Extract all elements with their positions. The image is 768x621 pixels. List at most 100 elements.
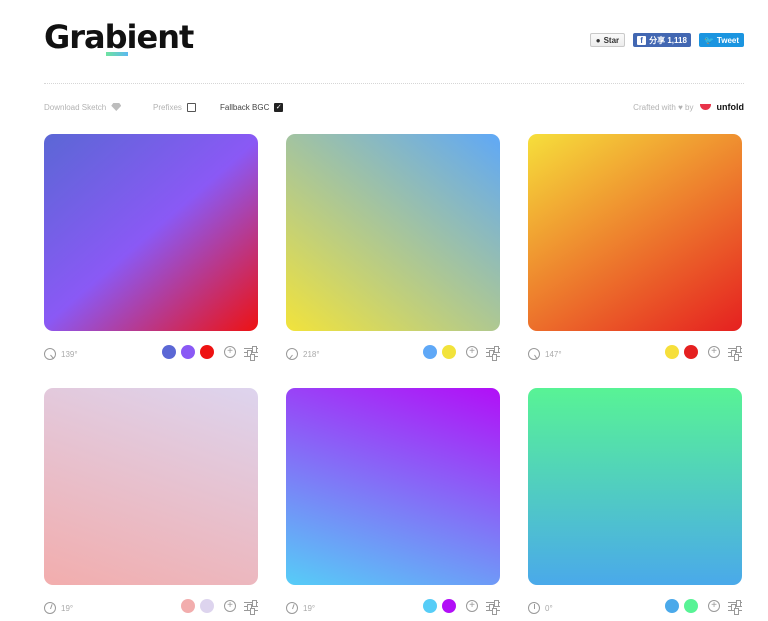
unfold-logo-icon[interactable]: [699, 104, 711, 110]
gradient-meta: 19° +: [44, 599, 258, 617]
gradient-actions: +: [162, 345, 258, 361]
twitter-icon: 🐦: [703, 35, 714, 45]
star-label: Star: [603, 35, 620, 45]
angle-control[interactable]: 139°: [44, 348, 78, 360]
color-stop-dot[interactable]: [181, 599, 195, 613]
color-stop-dot[interactable]: [665, 599, 679, 613]
color-stop-dot[interactable]: [665, 345, 679, 359]
gradient-actions: +: [665, 599, 742, 615]
header: Grabient ● Star f 分享 1,118 🐦 Tweet: [44, 18, 744, 68]
color-stops: [665, 599, 698, 613]
tweet-label: Tweet: [716, 35, 739, 45]
facebook-share-button[interactable]: f 分享 1,118: [633, 33, 691, 47]
add-stop-icon[interactable]: +: [224, 346, 236, 358]
gradient-meta: 218° +: [286, 345, 500, 363]
crafted-by: Crafted with ♥ by unfold: [633, 99, 744, 115]
gradient-actions: +: [423, 345, 500, 361]
social-buttons: ● Star f 分享 1,118 🐦 Tweet: [589, 33, 744, 47]
unfold-brand-link[interactable]: unfold: [717, 102, 745, 112]
logo-underline: [106, 52, 128, 56]
gradient-card: 218° +: [286, 134, 500, 363]
angle-dial-icon: [44, 602, 56, 614]
angle-control[interactable]: 218°: [286, 348, 320, 360]
angle-control[interactable]: 19°: [44, 602, 73, 614]
gradient-swatch[interactable]: [44, 388, 258, 585]
add-stop-icon[interactable]: +: [708, 600, 720, 612]
fallback-bgc-label: Fallback BGC: [220, 102, 270, 112]
sketch-gem-icon: [111, 103, 122, 111]
gradient-card: 147° +: [528, 134, 742, 363]
color-stop-dot[interactable]: [200, 599, 214, 613]
gradient-swatch[interactable]: [528, 134, 742, 331]
grabient-logo[interactable]: Grabient: [44, 18, 194, 56]
color-stop-dot[interactable]: [684, 599, 698, 613]
gradient-card: 19° +: [286, 388, 500, 617]
facebook-icon: f: [637, 35, 647, 45]
gradient-meta: 0° +: [528, 599, 742, 617]
angle-dial-icon: [286, 602, 298, 614]
color-stop-dot[interactable]: [684, 345, 698, 359]
color-stops: [665, 345, 698, 359]
color-stop-dot[interactable]: [200, 345, 214, 359]
sliders-icon[interactable]: [244, 346, 258, 361]
color-stops: [181, 599, 214, 613]
color-stop-dot[interactable]: [442, 345, 456, 359]
gradient-swatch[interactable]: [44, 134, 258, 331]
fallback-bgc-checkbox[interactable]: ✓: [274, 102, 284, 112]
color-stop-dot[interactable]: [181, 345, 195, 359]
angle-value: 218°: [303, 349, 320, 359]
color-stop-dot[interactable]: [162, 345, 176, 359]
github-icon: ●: [595, 35, 601, 45]
angle-value: 139°: [61, 349, 78, 359]
header-divider: [44, 83, 744, 84]
github-star-button[interactable]: ● Star: [589, 33, 626, 47]
color-stop-dot[interactable]: [442, 599, 456, 613]
add-stop-icon[interactable]: +: [224, 600, 236, 612]
download-sketch-link[interactable]: Download Sketch: [44, 99, 122, 115]
angle-dial-icon: [528, 348, 540, 360]
download-sketch-label: Download Sketch: [44, 102, 107, 112]
sliders-icon[interactable]: [728, 600, 742, 615]
toolbar: Download Sketch Prefixes Fallback BGC ✓ …: [44, 99, 744, 115]
sliders-icon[interactable]: [244, 600, 258, 615]
color-stop-dot[interactable]: [423, 345, 437, 359]
add-stop-icon[interactable]: +: [708, 346, 720, 358]
angle-value: 0°: [545, 603, 553, 613]
gradient-meta: 19° +: [286, 599, 500, 617]
color-stops: [423, 599, 456, 613]
gradient-actions: +: [423, 599, 500, 615]
angle-value: 147°: [545, 349, 562, 359]
prefixes-toggle[interactable]: Prefixes: [153, 99, 196, 115]
gradient-swatch[interactable]: [286, 388, 500, 585]
tweet-button[interactable]: 🐦 Tweet: [698, 33, 744, 47]
gradient-card: 19° +: [44, 388, 258, 617]
angle-dial-icon: [286, 348, 298, 360]
fallback-bgc-toggle[interactable]: Fallback BGC ✓: [220, 99, 284, 115]
sliders-icon[interactable]: [486, 346, 500, 361]
angle-control[interactable]: 19°: [286, 602, 315, 614]
angle-control[interactable]: 147°: [528, 348, 562, 360]
facebook-share-label: 分享 1,118: [649, 35, 687, 45]
gradient-swatch[interactable]: [286, 134, 500, 331]
angle-dial-icon: [44, 348, 56, 360]
crafted-by-label: Crafted with ♥ by: [633, 102, 694, 112]
gradient-card: 0° +: [528, 388, 742, 617]
color-stop-dot[interactable]: [423, 599, 437, 613]
gradient-swatch[interactable]: [528, 388, 742, 585]
angle-value: 19°: [61, 603, 74, 613]
gradient-meta: 147° +: [528, 345, 742, 363]
color-stops: [162, 345, 214, 359]
angle-dial-icon: [528, 602, 540, 614]
sliders-icon[interactable]: [486, 600, 500, 615]
angle-control[interactable]: 0°: [528, 602, 553, 614]
gradient-card: 139° +: [44, 134, 258, 363]
gradient-actions: +: [665, 345, 742, 361]
color-stops: [423, 345, 456, 359]
prefixes-checkbox[interactable]: [186, 102, 196, 112]
add-stop-icon[interactable]: +: [466, 346, 478, 358]
prefixes-label: Prefixes: [153, 102, 182, 112]
sliders-icon[interactable]: [728, 346, 742, 361]
gradient-meta: 139° +: [44, 345, 258, 363]
gradient-actions: +: [181, 599, 258, 615]
add-stop-icon[interactable]: +: [466, 600, 478, 612]
